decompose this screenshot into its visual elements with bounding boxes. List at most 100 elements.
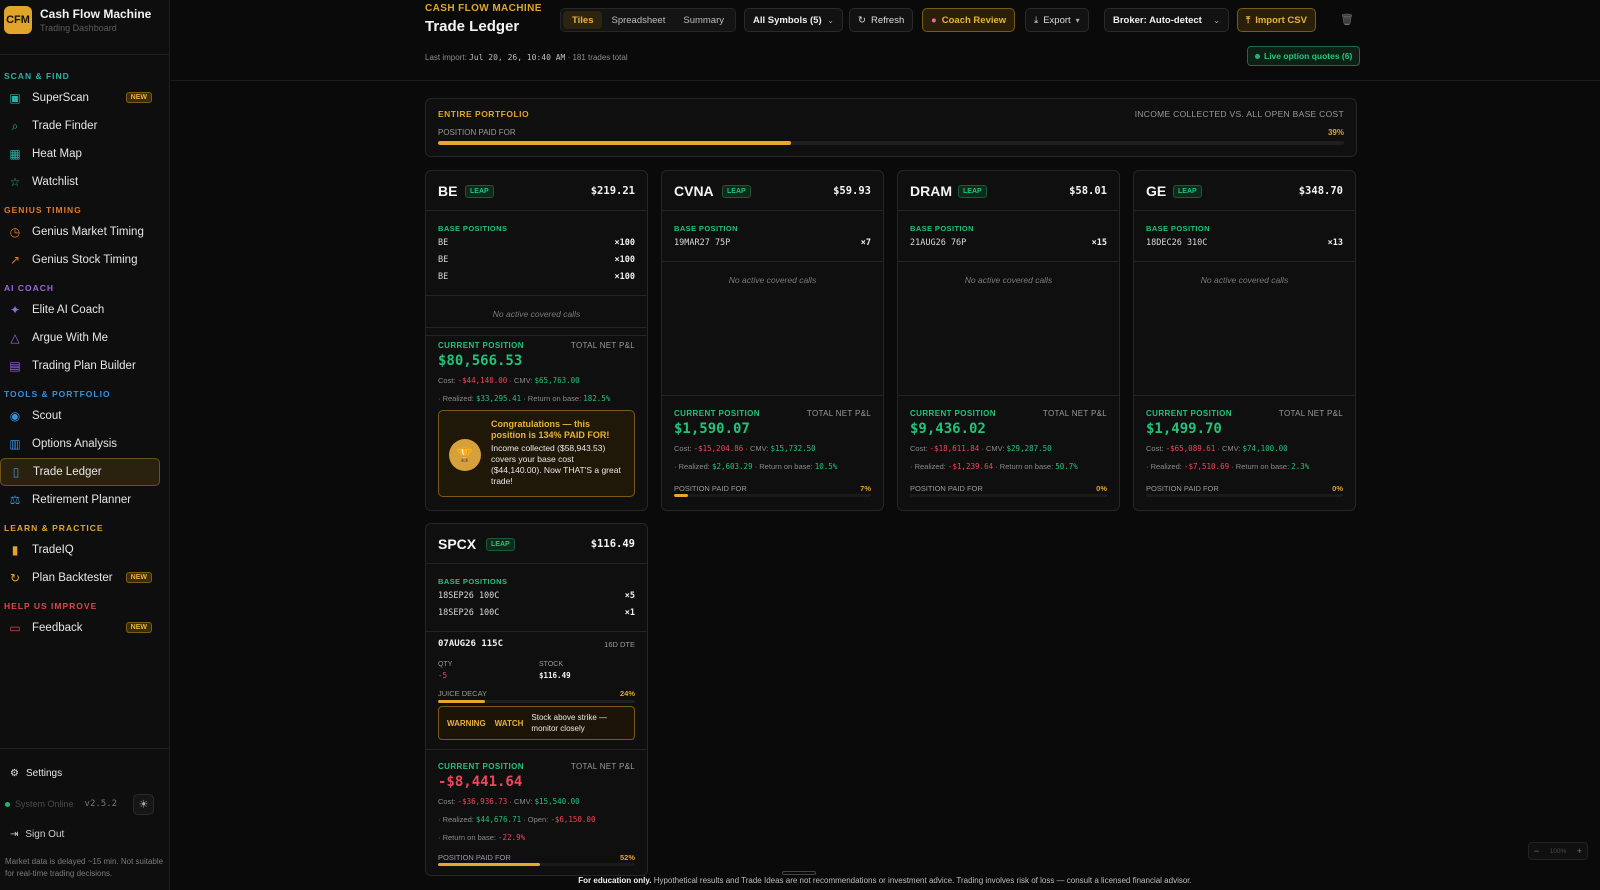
last-import-value: Jul 20, 26, 10:40 AM [469, 53, 566, 62]
base-positions-label: BASE POSITIONS [438, 577, 508, 586]
coach-review-button[interactable]: ● Coach Review [922, 8, 1016, 32]
base-positions-label: BASE POSITIONS [438, 224, 508, 233]
sidebar-item-trade-finder[interactable]: ⌕ Trade Finder [0, 112, 160, 140]
divider [898, 261, 1119, 262]
position-card[interactable]: CVNA LEAP $59.93 BASE POSITION 19MAR27 75P ×7… [661, 170, 884, 511]
sidebar-item-argue-with-me[interactable]: △ Argue With Me [0, 324, 160, 352]
system-status: System Online v2.5.2 [5, 799, 117, 809]
realized-label: · Realized: [1146, 462, 1182, 471]
book-icon: ▯ [12, 465, 20, 479]
trash-icon[interactable]: 🗑 [1340, 13, 1354, 26]
position-paid-fill [674, 494, 688, 497]
symbol-label: SPCX [438, 536, 477, 552]
import-csv-button[interactable]: ⤒ Import CSV [1237, 8, 1316, 32]
sidebar-item-options-analysis[interactable]: ▥ Options Analysis [0, 430, 160, 458]
position-row: 18DEC26 310C ×13 [1146, 238, 1343, 248]
position-card[interactable]: BE LEAP $219.21 BASE POSITIONS BE ×100 BE ×100 B… [425, 170, 648, 511]
no-covered-calls: No active covered calls [964, 275, 1053, 285]
leap-badge: LEAP [722, 185, 751, 198]
leap-badge: LEAP [486, 538, 515, 551]
position-paid-bar [910, 494, 1107, 497]
tab-summary[interactable]: Summary [674, 11, 733, 29]
position-card[interactable]: DRAM LEAP $58.01 BASE POSITION 21AUG26 76P ×1… [897, 170, 1120, 511]
cost-label: Cost: [438, 797, 456, 806]
sidebar-item-retirement-planner[interactable]: ⚖ Retirement Planner [0, 486, 160, 514]
sidebar-item-trading-plan-builder[interactable]: ▤ Trading Plan Builder [0, 352, 160, 380]
cost-label: Cost: [438, 376, 456, 385]
total-net-pnl: $80,566.53 [438, 353, 523, 369]
symbol-label: CVNA [674, 183, 714, 199]
chevron-down-icon: ⌄ [1213, 15, 1220, 25]
position-paid-label: POSITION PAID FOR [674, 484, 747, 493]
position-qty: ×100 [614, 255, 635, 265]
new-badge: NEW [125, 92, 152, 103]
export-button[interactable]: ⤓ Export ▾ [1025, 8, 1089, 32]
position-name: 18SEP26 100C [438, 591, 500, 601]
juice-decay-bar [438, 700, 635, 703]
stock-price: $219.21 [590, 185, 635, 197]
sidebar-item-plan-backtester[interactable]: ↻ Plan Backtester NEW [0, 564, 160, 592]
sign-out-button[interactable]: ⇥ Sign Out [10, 829, 64, 840]
tab-tiles[interactable]: Tiles [563, 11, 603, 29]
live-quotes-badge[interactable]: Live option quotes (6) [1247, 46, 1361, 66]
last-import-label: Last import: [425, 53, 467, 62]
sidebar-item-label: Trading Plan Builder [32, 360, 136, 372]
sidebar-item-genius-market-timing[interactable]: ◷ Genius Market Timing [0, 218, 160, 246]
brand[interactable]: CFM Cash Flow Machine Trading Dashboard [4, 6, 151, 34]
position-paid-pct: 0% [1332, 484, 1343, 493]
position-paid-bar [438, 863, 635, 866]
symbols-select[interactable]: All Symbols (5) ⌄ [744, 8, 843, 32]
realized-line: · Realized: $2,603.29 · Return on base: … [674, 462, 871, 471]
page-title: Trade Ledger [425, 18, 520, 35]
theme-toggle-button[interactable]: ☀ [133, 794, 154, 815]
cost-cmv-line: Cost: -$15,204.86 · CMV: $15,732.50 [674, 444, 871, 453]
drag-handle[interactable] [782, 871, 816, 875]
nav-section-heading: GENIUS TIMING [4, 205, 82, 215]
coach-review-label: Coach Review [941, 14, 1007, 26]
sidebar-item-trade-ledger[interactable]: ▯ Trade Ledger [0, 458, 160, 486]
congrats-body: Income collected ($58,943.53) covers you… [491, 443, 621, 486]
tab-spreadsheet[interactable]: Spreadsheet [602, 11, 674, 29]
sidebar-item-label: Plan Backtester [32, 572, 113, 584]
sidebar-item-heat-map[interactable]: ▦ Heat Map [0, 140, 160, 168]
stock-label: STOCK [539, 661, 563, 668]
stock-price: $59.93 [833, 185, 871, 197]
sidebar-item-scout[interactable]: ◉ Scout [0, 402, 160, 430]
app-title: Cash Flow Machine [40, 7, 152, 21]
new-badge: NEW [125, 572, 152, 583]
broker-select[interactable]: Broker: Auto-detect ⌄ [1104, 8, 1229, 32]
divider [662, 395, 883, 396]
position-row: BE ×100 [438, 272, 635, 282]
sidebar-item-feedback[interactable]: ▭ Feedback NEW [0, 614, 160, 642]
sidebar-item-label: Argue With Me [32, 332, 109, 344]
current-position-label: CURRENT POSITION [674, 409, 760, 418]
sidebar-item-watchlist[interactable]: ☆ Watchlist [0, 168, 160, 196]
total-net-pnl-label: TOTAL NET P&L [570, 341, 635, 350]
sidebar-item-genius-stock-timing[interactable]: ↗ Genius Stock Timing [0, 246, 160, 274]
cost-value: -$44,140.00 [457, 376, 508, 385]
divider [1134, 395, 1355, 396]
portfolio-right-label: INCOME COLLECTED VS. ALL OPEN BASE COST [1134, 109, 1344, 119]
search-icon: ⌕ [11, 118, 19, 133]
stock-price: $116.49 [590, 538, 635, 550]
position-card[interactable]: SPCX LEAP $116.49 BASE POSITIONS 18SEP26 100… [425, 523, 648, 876]
position-card[interactable]: GE LEAP $348.70 BASE POSITION 18DEC26 310C ×1… [1133, 170, 1356, 511]
refresh-button[interactable]: ↻ Refresh [849, 8, 914, 32]
settings-button[interactable]: ⚙ Settings [10, 768, 62, 779]
symbol-label: DRAM [910, 183, 952, 199]
app-logo: CFM [4, 6, 32, 34]
last-import-info: Last import: Jul 20, 26, 10:40 AM · 181 … [425, 53, 628, 62]
cmv-value: $74,100.00 [1242, 444, 1288, 453]
cost-cmv-line: Cost: -$44,140.00 · CMV: $65,763.00 [438, 376, 635, 385]
total-net-pnl: $1,590.07 [674, 421, 750, 437]
zoom-in-button[interactable]: + [1577, 846, 1582, 856]
star-icon: ☆ [9, 175, 21, 189]
no-covered-calls: No active covered calls [1200, 275, 1289, 285]
open-label: · Open: [523, 815, 549, 824]
zoom-out-button[interactable]: − [1534, 846, 1539, 856]
paid-for-congrats: 🏆 Congratulations — this position is 134%… [438, 410, 635, 497]
sidebar-item-elite-ai-coach[interactable]: ✦ Elite AI Coach [0, 296, 160, 324]
sidebar-item-tradeiq[interactable]: ▮ TradeIQ [0, 536, 160, 564]
sidebar-item-superscan[interactable]: ▣ SuperScan NEW [0, 84, 160, 112]
nav-section-heading: TOOLS & PORTFOLIO [4, 389, 111, 399]
